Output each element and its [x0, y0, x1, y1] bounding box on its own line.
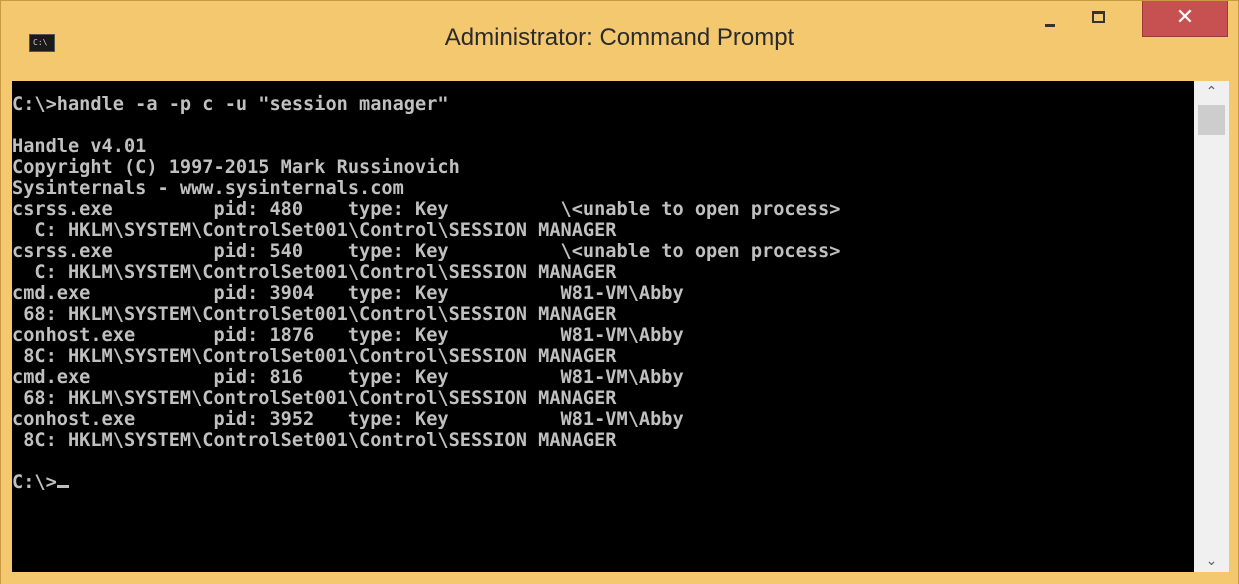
console-line: Copyright (C) 1997-2015 Mark Russinovich — [12, 157, 460, 178]
console-line: cmd.exe pid: 816 type: Key W81-VM\Abby — [12, 367, 684, 388]
maximize-button[interactable] — [1074, 1, 1124, 37]
scroll-up-arrow-icon[interactable]: ⌃ — [1194, 81, 1229, 103]
console-line: Sysinternals - www.sysinternals.com — [12, 178, 404, 199]
scroll-down-arrow-icon[interactable]: ⌄ — [1194, 550, 1229, 572]
console-line: conhost.exe pid: 3952 type: Key W81-VM\A… — [12, 409, 684, 430]
console-line: csrss.exe pid: 540 type: Key \<unable to… — [12, 241, 841, 262]
console-line: Handle v4.01 — [12, 136, 147, 157]
minimize-button[interactable] — [1026, 1, 1074, 37]
prompt-text: C:\> — [12, 472, 57, 493]
console-line: conhost.exe pid: 1876 type: Key W81-VM\A… — [12, 325, 684, 346]
console-line: 68: HKLM\SYSTEM\ControlSet001\Control\SE… — [12, 388, 617, 409]
scroll-thumb[interactable] — [1198, 105, 1225, 135]
prompt-line[interactable]: C:\> — [12, 472, 840, 493]
command-prompt-window: C:\ Administrator: Command Prompt ✕ C:\>… — [0, 0, 1239, 584]
console-line: 68: HKLM\SYSTEM\ControlSet001\Control\SE… — [12, 304, 617, 325]
console-line: cmd.exe pid: 3904 type: Key W81-VM\Abby — [12, 283, 684, 304]
close-icon: ✕ — [1175, 5, 1195, 30]
console-line: 8C: HKLM\SYSTEM\ControlSet001\Control\SE… — [12, 430, 617, 451]
console-line: 8C: HKLM\SYSTEM\ControlSet001\Control\SE… — [12, 346, 617, 367]
vertical-scrollbar[interactable]: ⌃ ⌄ — [1194, 81, 1229, 572]
title-bar[interactable]: C:\ Administrator: Command Prompt ✕ — [1, 1, 1238, 81]
console-line: C:\>handle -a -p c -u "session manager" — [12, 94, 449, 115]
text-cursor — [56, 485, 69, 488]
console-text: C:\>handle -a -p c -u "session manager" H… — [12, 94, 840, 493]
console-line: C: HKLM\SYSTEM\ControlSet001\Control\SES… — [12, 220, 617, 241]
window-bottom-border — [1, 572, 1238, 584]
console-line: csrss.exe pid: 480 type: Key \<unable to… — [12, 199, 841, 220]
close-button[interactable]: ✕ — [1142, 1, 1228, 37]
console-output[interactable]: C:\>handle -a -p c -u "session manager" H… — [12, 81, 1194, 572]
console-line: C: HKLM\SYSTEM\ControlSet001\Control\SES… — [12, 262, 617, 283]
